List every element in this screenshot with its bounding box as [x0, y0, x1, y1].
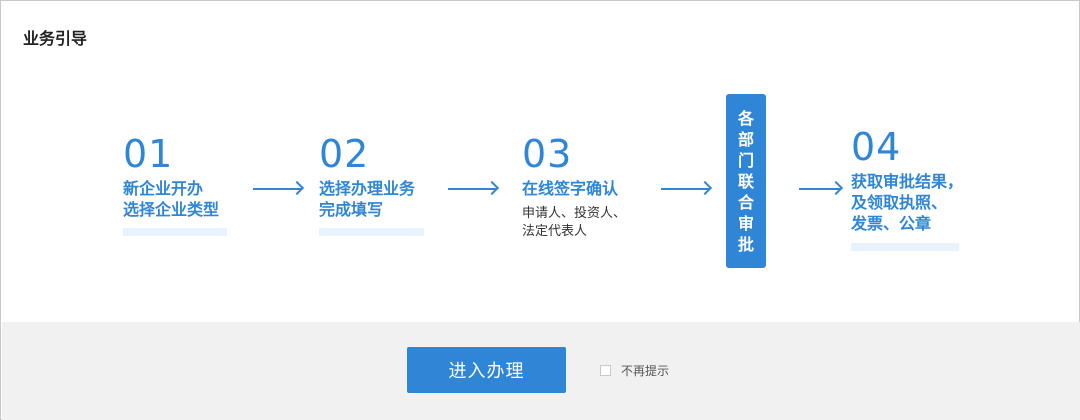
step-number: 01 [123, 132, 174, 176]
step-2: 02 选择办理业务 完成填写 [319, 134, 415, 220]
step-1-underline [123, 228, 227, 236]
step-3: 03 在线签字确认 申请人、投资人、 法定代表人 [522, 134, 626, 241]
enter-process-button[interactable]: 进入办理 [407, 347, 566, 393]
step-sub-line: 法定代表人 [522, 224, 588, 239]
step-number: 04 [851, 125, 902, 169]
business-guide-dialog: 业务引导 01 新企业开办 选择企业类型 02 选择办理业务 完成填写 03 在… [0, 0, 1080, 420]
step-line: 及领取执照、 [851, 193, 948, 212]
arrow-right-icon [253, 188, 301, 190]
step-line: 发票、公章 [851, 214, 932, 233]
step-line: 选择办理业务 [319, 179, 416, 198]
step-line: 选择企业类型 [123, 200, 220, 219]
joint-approval-char: 批 [737, 234, 754, 254]
step-4: 04 获取审批结果， 及领取执照、 发票、公章 [851, 127, 963, 234]
arrow-right-icon [799, 188, 840, 190]
no-remind-label[interactable]: 不再提示 [621, 362, 669, 379]
joint-approval-char: 部 [737, 129, 754, 149]
no-remind-checkbox[interactable] [600, 365, 611, 376]
step-description: 新企业开办 选择企业类型 [123, 178, 219, 220]
step-description: 获取审批结果， 及领取执照、 发票、公章 [851, 171, 963, 234]
step-4-underline [851, 243, 959, 251]
step-number: 03 [522, 132, 573, 176]
joint-approval-box: 各 部 门 联 合 审 批 [726, 94, 766, 268]
joint-approval-char: 门 [737, 150, 754, 170]
arrow-right-icon [448, 188, 496, 190]
step-line: 获取审批结果， [851, 172, 964, 191]
step-description: 选择办理业务 完成填写 [319, 178, 415, 220]
step-sub-description: 申请人、投资人、 法定代表人 [522, 205, 626, 241]
step-number: 02 [319, 132, 370, 176]
joint-approval-char: 联 [737, 171, 754, 191]
step-sub-line: 申请人、投资人、 [522, 206, 627, 221]
joint-approval-char: 审 [737, 213, 754, 233]
arrow-right-icon [661, 188, 709, 190]
dialog-title: 业务引导 [23, 29, 88, 48]
step-2-underline [319, 228, 424, 236]
dialog-footer: 进入办理 不再提示 [2, 322, 1080, 420]
no-remind-option[interactable]: 不再提示 [600, 362, 669, 379]
step-line: 新企业开办 [123, 179, 204, 198]
step-description: 在线签字确认 [522, 178, 626, 199]
step-line: 完成填写 [319, 200, 384, 219]
step-1: 01 新企业开办 选择企业类型 [123, 134, 219, 220]
step-line: 在线签字确认 [522, 179, 619, 198]
joint-approval-char: 合 [737, 192, 754, 212]
joint-approval-char: 各 [737, 108, 754, 128]
